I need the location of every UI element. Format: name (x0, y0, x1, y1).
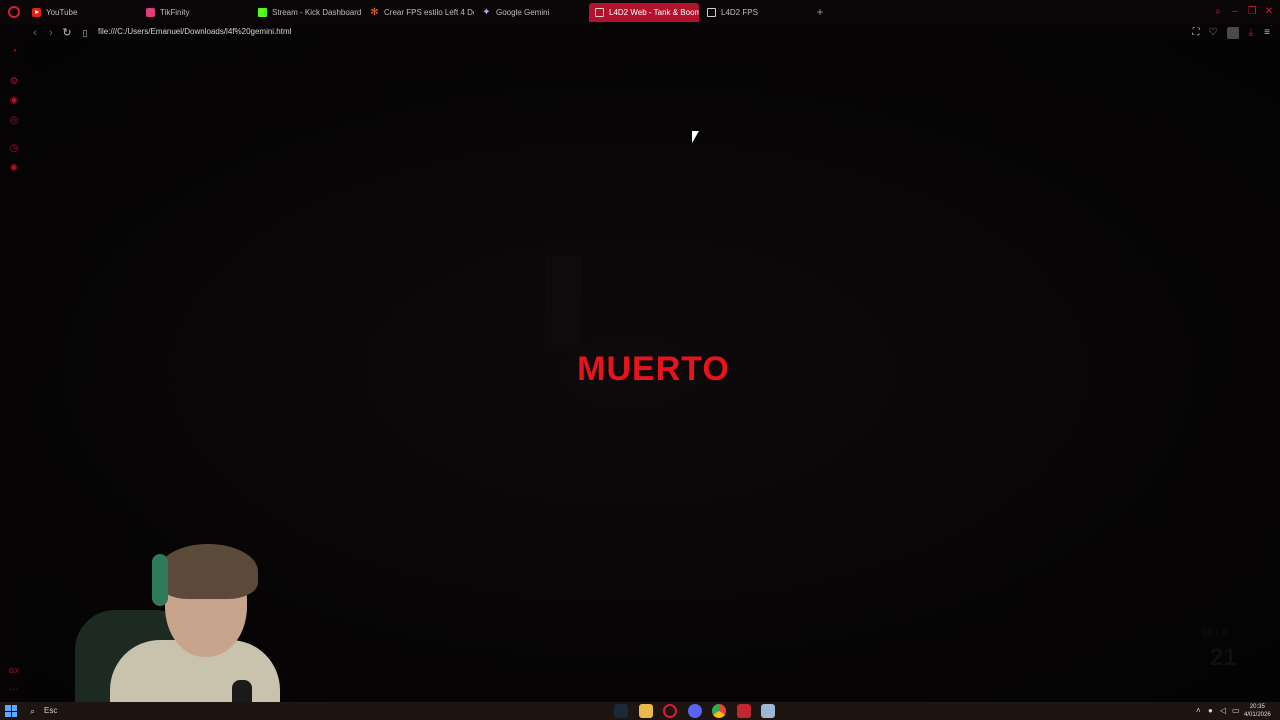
tikfinity-icon (146, 8, 155, 17)
steam-icon[interactable] (614, 704, 628, 718)
settings-icon[interactable]: ✺ (8, 163, 20, 175)
minimize-icon[interactable]: – (1229, 6, 1241, 18)
webcam-microphone (232, 680, 252, 702)
chrome-icon[interactable] (712, 704, 726, 718)
taskbar: ⌕ Esc ˄ ● ◁ ▭ 20:35 4/01/2026 (0, 702, 1280, 720)
volume-icon[interactable]: ◁ (1220, 706, 1226, 715)
whatsapp-icon[interactable]: ◎ (8, 115, 20, 127)
notepad-icon[interactable] (761, 704, 775, 718)
clock-date: 4/01/2026 (1244, 712, 1271, 718)
tab-label: L4D2 FPS (721, 8, 758, 17)
windows-start-icon[interactable] (5, 705, 17, 717)
menu-icon[interactable]: ≡ (1260, 26, 1274, 40)
network-icon[interactable]: ▭ (1232, 706, 1240, 715)
hud-ammo-label: 00 / 0 (1202, 628, 1228, 639)
messenger-icon[interactable]: ◉ (8, 95, 20, 107)
tab-label: TikFinity (160, 8, 190, 17)
tray-chevron-icon[interactable]: ˄ (1196, 706, 1201, 715)
tab-l4d2-fps[interactable]: L4D2 FPS (701, 3, 809, 22)
webcam-person-hair (158, 544, 258, 599)
game-scene-shape (545, 255, 581, 345)
opera-gx-logo-icon[interactable] (8, 6, 20, 18)
address-toolbar: ‹ › ↻ ▯ file:///C:/Users/Emanuel/Downloa… (0, 24, 1280, 42)
tab-crear-fps[interactable]: ✻ Crear FPS estilo Left 4 De (364, 3, 474, 22)
address-input[interactable]: file:///C:/Users/Emanuel/Downloads/l4f%2… (98, 27, 291, 36)
history-icon[interactable]: ◷ (8, 143, 20, 155)
gx-icon[interactable]: GX (8, 666, 20, 678)
tab-label: Crear FPS estilo Left 4 De (384, 8, 474, 17)
tab-l4d2-web[interactable]: L4D2 Web - Tank & Boom (589, 3, 699, 22)
pdf-reader-icon[interactable] (737, 704, 751, 718)
mouse-cursor-icon (692, 131, 699, 143)
death-message: MUERTO (577, 350, 730, 388)
forward-button[interactable]: › (44, 26, 58, 40)
avatar[interactable] (1227, 27, 1239, 39)
gx-corner-icon[interactable]: ⚙ (8, 76, 20, 88)
tab-youtube[interactable]: YouTube (26, 3, 138, 22)
kick-icon (258, 8, 267, 17)
microphone-icon[interactable]: ● (1208, 706, 1213, 715)
gx-control-icon[interactable]: ◔ (8, 46, 20, 58)
heart-icon[interactable]: ♡ (1206, 26, 1220, 40)
gemini-icon: ✦ (482, 7, 491, 18)
tab-kick-dashboard[interactable]: Stream - Kick Dashboard (252, 3, 362, 22)
webcam-overlay (60, 540, 282, 702)
file-explorer-icon[interactable] (639, 704, 653, 718)
close-icon[interactable]: ✕ (1263, 6, 1275, 18)
clock-time: 20:35 (1249, 704, 1265, 710)
more-icon[interactable]: … (8, 682, 20, 694)
discord-icon[interactable] (688, 704, 702, 718)
back-button[interactable]: ‹ (28, 26, 42, 40)
taskbar-search[interactable]: ⌕ Esc (26, 704, 106, 718)
sparkle-icon: ✻ (370, 7, 379, 18)
taskbar-clock[interactable]: 20:35 4/01/2026 (1244, 703, 1271, 719)
maximize-icon[interactable]: ❐ (1246, 6, 1258, 18)
tab-label: Stream - Kick Dashboard (272, 8, 362, 17)
hud-ammo-value: 21 (1210, 644, 1237, 671)
document-icon (595, 8, 604, 17)
youtube-icon (32, 8, 41, 17)
snapshot-icon[interactable]: ⛶ (1189, 26, 1203, 40)
tab-label: Google Gemini (496, 8, 550, 17)
tab-bar: YouTube TikFinity Stream - Kick Dashboar… (0, 0, 1280, 24)
opera-gx-icon[interactable] (663, 704, 677, 718)
tab-tikfinity[interactable]: TikFinity (140, 3, 250, 22)
document-icon (707, 8, 716, 17)
taskbar-search-text: Esc (44, 706, 58, 715)
search-icon: ⌕ (30, 706, 36, 716)
tab-label: YouTube (46, 8, 78, 17)
new-tab-button[interactable]: + (813, 5, 827, 19)
reload-button[interactable]: ↻ (60, 26, 74, 40)
page-info-icon[interactable]: ▯ (78, 26, 92, 40)
search-tabs-icon[interactable]: ⌕ (1212, 6, 1224, 18)
tab-label: L4D2 Web - Tank & Boom (609, 8, 699, 17)
download-icon[interactable]: ⤓ (1244, 26, 1258, 40)
webcam-headset (152, 554, 168, 606)
tab-google-gemini[interactable]: ✦ Google Gemini (476, 3, 586, 22)
